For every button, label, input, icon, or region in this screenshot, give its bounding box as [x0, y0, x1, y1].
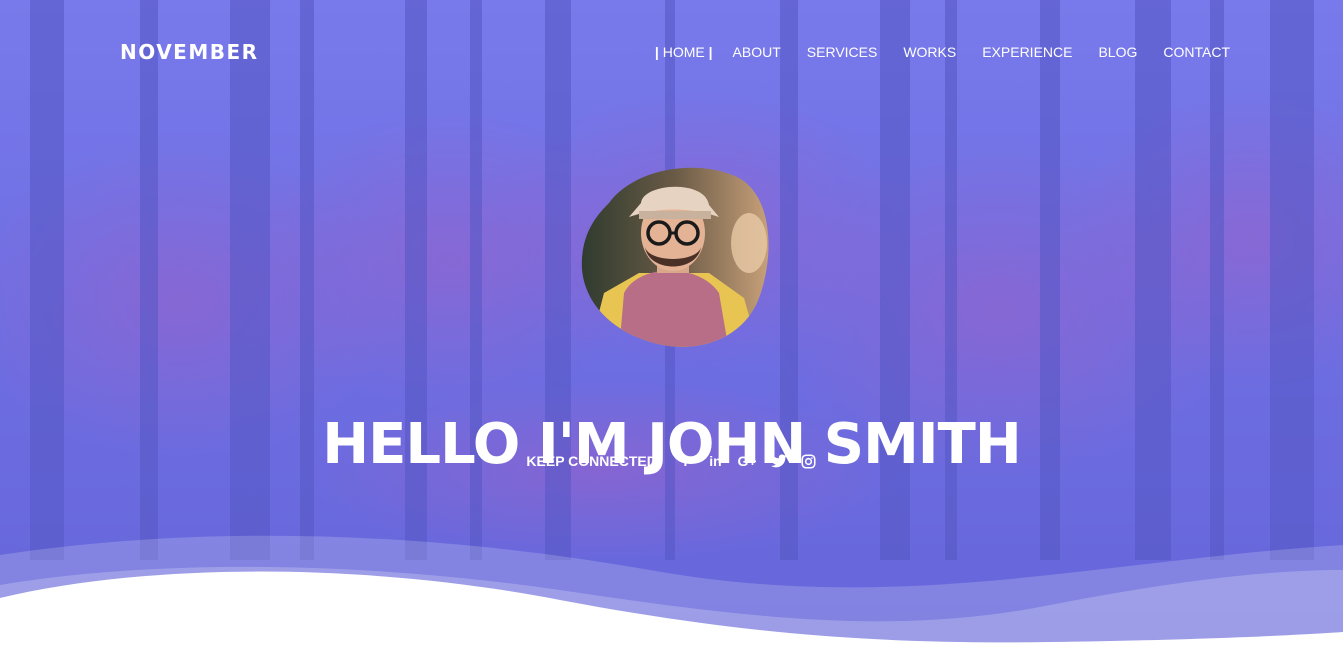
social-links: KEEP CONNECTED: f in G+ — [0, 453, 1343, 469]
linkedin-icon[interactable]: in — [708, 453, 724, 469]
nav-blog[interactable]: BLOG — [1098, 44, 1137, 60]
avatar — [579, 163, 771, 351]
main-nav: HOME ABOUT SERVICES WORKS EXPERIENCE BLO… — [655, 44, 1230, 60]
nav-works[interactable]: WORKS — [903, 44, 956, 60]
nav-about[interactable]: ABOUT — [733, 44, 781, 60]
hero-section: NOVEMBER HOME ABOUT SERVICES WORKS EXPER… — [0, 0, 1343, 655]
profile-photo-icon — [581, 167, 769, 347]
google-plus-icon[interactable]: G+ — [738, 453, 757, 469]
wave-divider — [0, 535, 1343, 655]
nav-contact[interactable]: CONTACT — [1163, 44, 1230, 60]
site-logo[interactable]: NOVEMBER — [120, 40, 259, 64]
keep-connected-label: KEEP CONNECTED: — [526, 453, 662, 469]
twitter-icon[interactable] — [770, 453, 787, 469]
nav-home[interactable]: HOME — [655, 44, 713, 60]
instagram-icon[interactable] — [801, 453, 817, 469]
facebook-icon[interactable]: f — [678, 453, 694, 469]
nav-services[interactable]: SERVICES — [807, 44, 878, 60]
nav-experience[interactable]: EXPERIENCE — [982, 44, 1072, 60]
